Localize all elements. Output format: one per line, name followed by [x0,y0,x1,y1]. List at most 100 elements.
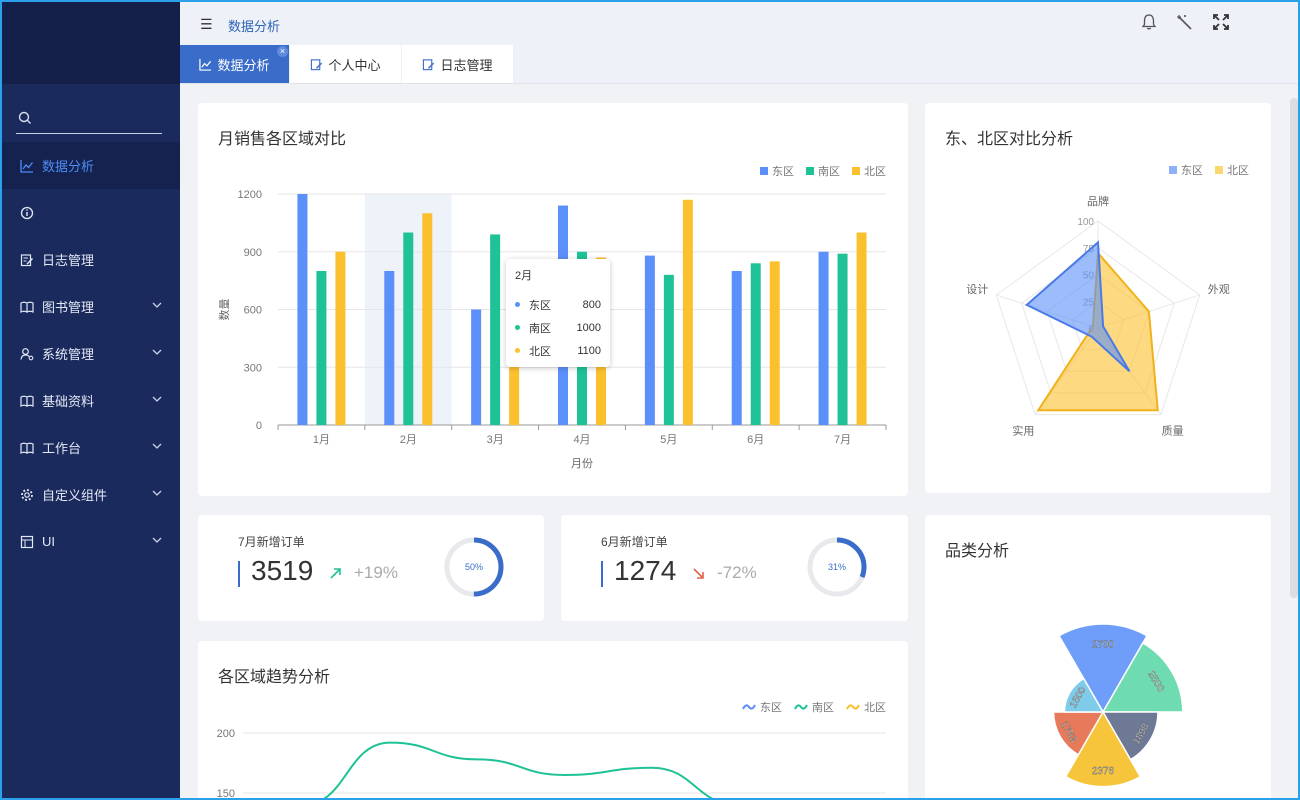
chevron-down-icon [152,490,162,496]
bar[interactable] [384,271,395,425]
sidebar-item-8[interactable]: 自定义组件 [0,471,180,518]
chevron-down-icon [152,302,162,308]
tooltip-row: 北区 1100 [515,339,601,362]
tab-1[interactable]: 数据分析 × [180,45,290,83]
y-tick-label: 150 [217,788,235,800]
sidebar-item-label: 自定义组件 [42,488,108,503]
radar-indicator-label: 外观 [1208,283,1230,296]
sidebar-item-label: 日志管理 [42,253,95,268]
bar[interactable] [422,213,433,425]
y-tick-label: 300 [244,362,262,374]
kpi-july-card: 7月新增订单 3519 +19% 50% [198,515,544,621]
x-tick-label: 2月 [400,434,417,446]
radar-indicator-label: 设计 [966,283,988,296]
radar-indicator-label: 实用 [1012,424,1034,438]
tab-3[interactable]: 日志管理 [402,45,514,83]
x-tick-label: 6月 [747,434,764,446]
sidebar-search[interactable] [16,104,162,134]
tooltip-row: 东区 800 [515,293,601,316]
book-icon [20,300,34,314]
bar[interactable] [644,255,655,425]
chevron-down-icon [152,443,162,449]
layout-icon [20,535,34,549]
brand-area [0,0,180,84]
sidebar-item-4[interactable]: 图书管理 [0,283,180,330]
sidebar-item-label: 基础资料 [42,394,95,409]
progress-ring: 50% [444,537,504,597]
x-axis-label: 月份 [571,457,593,470]
bar[interactable] [297,194,308,425]
y-tick-label: 1200 [238,189,262,201]
radar-indicator-label: 质量 [1162,425,1184,438]
topbar: ☰ 数据分析 数据分析 × 个人中心 日志管理 [180,0,1300,84]
fullscreen-icon[interactable] [1212,13,1230,31]
bar[interactable] [335,251,346,425]
kpi-value: 3519 [251,555,314,586]
x-tick-label: 7月 [834,434,851,446]
pie-slice-label: 2376 [1092,766,1115,777]
y-tick-label: 600 [244,305,262,317]
kpi-title: 7月新增订单 [238,535,305,549]
kpi-accent-bar [601,561,603,587]
progress-ring-label: 50% [465,562,483,572]
kpi-change: -72% [717,563,757,582]
rose-pie-chart[interactable]: 270025001898237617631500 [925,515,1271,800]
sidebar-item-9[interactable]: UI [0,518,180,565]
bar[interactable] [682,199,693,425]
bar[interactable] [403,232,414,426]
sidebar-item-5[interactable]: 系统管理 [0,330,180,377]
chevron-down-icon [152,396,162,402]
kpi-value: 1274 [614,555,677,586]
x-tick-label: 5月 [660,434,677,446]
sidebar-item-6[interactable]: 基础资料 [0,377,180,424]
bar[interactable] [856,232,867,426]
sidebar-item-1[interactable]: 数据分析 [0,142,180,189]
sidebar-item-7[interactable]: 工作台 [0,424,180,471]
bar[interactable] [471,309,482,426]
bar[interactable] [750,263,761,425]
bar[interactable] [731,271,742,425]
close-icon[interactable]: × [277,46,288,57]
y-tick-label: 0 [256,420,262,432]
kpi-june-card: 6月新增订单 1274 -72% 31% [561,515,908,621]
sidebar-item-3[interactable]: 日志管理 [0,236,180,283]
sidebar-item-label: 图书管理 [42,300,95,315]
chart-line-icon [199,58,212,71]
edit-icon [422,58,435,71]
sidebar-item-2[interactable] [0,189,180,236]
book-icon [20,441,34,455]
bell-icon[interactable] [1140,13,1158,31]
tooltip-title: 2月 [515,270,533,282]
chevron-down-icon [152,349,162,355]
trend-line-chart[interactable]: 150 200 [198,641,908,800]
sidebar-item-label: UI [42,534,55,549]
trend-line-series[interactable] [303,741,826,800]
sidebar-item-label: 数据分析 [42,159,95,174]
gear-icon [20,488,34,502]
info-icon [20,206,34,220]
bar[interactable] [490,234,501,425]
bar[interactable] [818,251,829,425]
bar[interactable] [316,271,327,425]
trend-down-icon [693,568,704,579]
chart-line-icon [20,159,34,173]
radar-tick-label: 100 [1077,217,1094,228]
radar-chart[interactable]: 品牌外观质量实用设计0255075100 [925,103,1271,493]
sidebar-menu: 数据分析日志管理图书管理系统管理基础资料工作台自定义组件 UI [0,142,180,565]
bar[interactable] [837,253,848,425]
tab-label: 日志管理 [440,57,493,73]
search-icon [18,111,31,124]
wand-icon[interactable] [1176,13,1194,31]
bar[interactable] [663,274,674,425]
book-icon [20,394,34,408]
tab-2[interactable]: 个人中心 [290,45,402,83]
page-scrollbar[interactable] [1290,98,1298,598]
tab-label: 数据分析 [217,57,270,73]
menu-toggle-icon[interactable]: ☰ [200,16,213,33]
breadcrumb: 数据分析 [228,19,281,34]
y-tick-label: 900 [244,247,262,259]
bar[interactable] [769,261,780,425]
chart-tooltip: 2月 东区 800 南区 1000 北区 1100 [506,259,610,367]
radar-card: 东、北区对比分析 东区 北区 品牌外观质量实用设计0255075100 [925,103,1271,493]
radar-indicator-label: 品牌 [1087,194,1109,208]
